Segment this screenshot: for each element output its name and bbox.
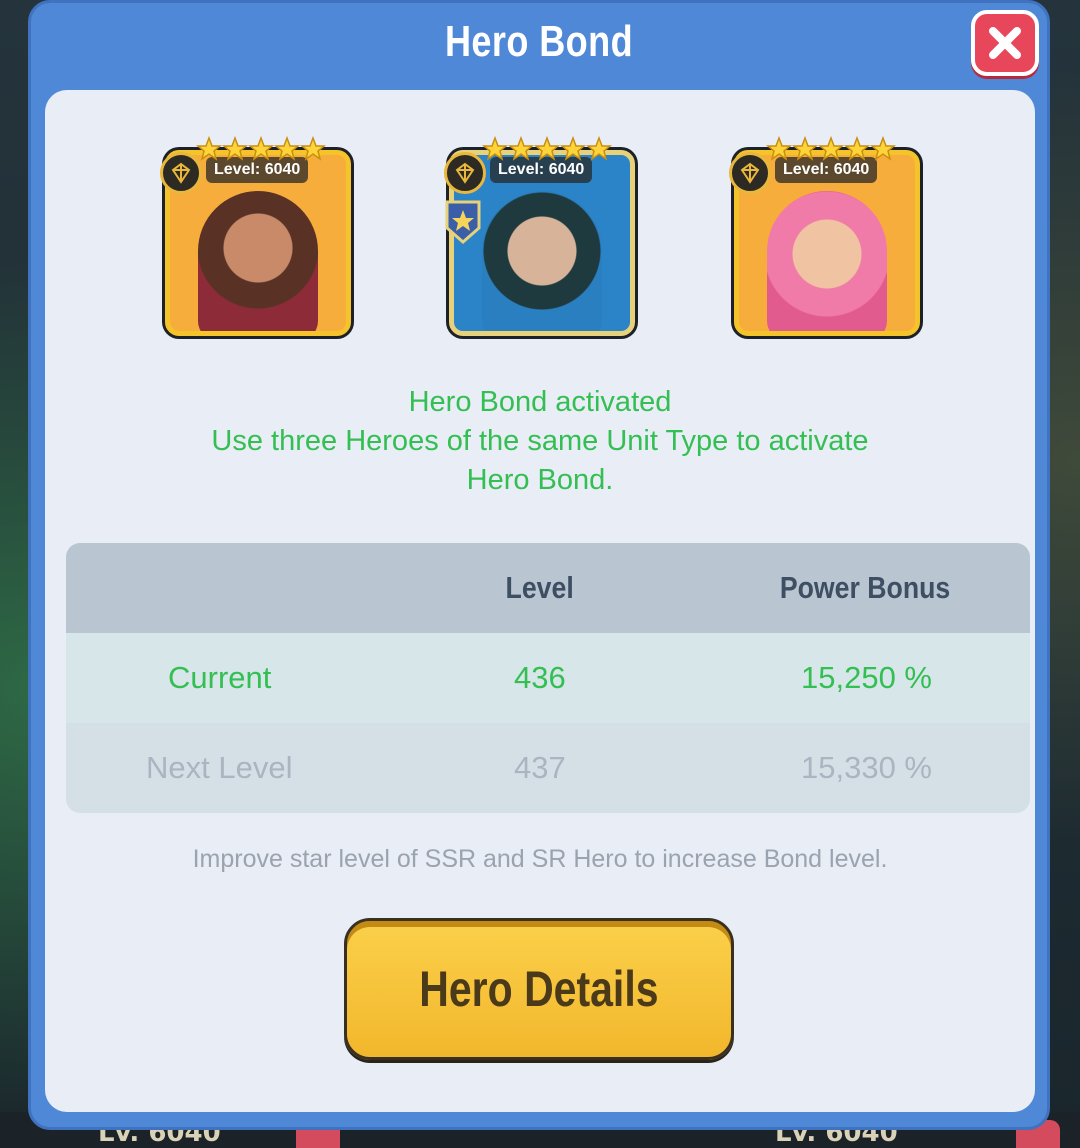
table-row-current: Current 436 15,250 % <box>66 633 1030 723</box>
hero-stars <box>482 136 612 164</box>
unit-type-icon <box>729 152 771 194</box>
rank-badge-icon <box>445 200 481 244</box>
star-icon <box>586 136 612 161</box>
bond-hint: Improve star level of SSR and SR Hero to… <box>192 845 888 873</box>
row-level: 437 <box>514 750 566 785</box>
star-icon <box>300 136 326 161</box>
star-icon <box>766 136 792 161</box>
bond-description-line1: Use three Heroes of the same Unit Type t… <box>211 425 869 457</box>
row-label: Current <box>168 660 272 695</box>
star-icon <box>534 136 560 161</box>
star-icon <box>274 136 300 161</box>
table-header: Level Power Bonus <box>66 543 1030 633</box>
star-icon <box>844 136 870 161</box>
bond-description-line2: Hero Bond. <box>466 464 614 496</box>
hero-details-label: Hero Details <box>419 961 659 1017</box>
star-icon <box>560 136 586 161</box>
table-row-next: Next Level 437 15,330 % <box>66 723 1030 813</box>
star-icon <box>508 136 534 161</box>
star-icon <box>792 136 818 161</box>
hero-portrait <box>198 191 318 331</box>
hero-portrait <box>482 191 602 331</box>
star-icon <box>482 136 508 161</box>
unit-type-icon <box>444 152 486 194</box>
star-icon <box>196 136 222 161</box>
row-label: Next Level <box>146 750 293 785</box>
row-power-bonus: 15,250 % <box>801 660 932 695</box>
header-power-bonus: Power Bonus <box>779 570 951 605</box>
star-icon <box>870 136 896 161</box>
close-button[interactable] <box>971 10 1039 76</box>
dialog-title: Hero Bond <box>444 17 634 66</box>
hero-portrait <box>767 191 887 331</box>
star-icon <box>248 136 274 161</box>
close-icon <box>989 27 1021 59</box>
row-power-bonus: 15,330 % <box>801 750 932 785</box>
row-level: 436 <box>514 660 566 695</box>
hero-stars <box>766 136 896 164</box>
star-icon <box>818 136 844 161</box>
hero-details-button[interactable]: Hero Details <box>344 918 734 1060</box>
bond-status: Hero Bond activated <box>408 386 672 418</box>
bond-level-table: Level Power Bonus Current 436 15,250 % N… <box>66 543 1030 813</box>
header-level: Level <box>505 570 574 605</box>
hero-stars <box>196 136 326 164</box>
star-icon <box>222 136 248 161</box>
